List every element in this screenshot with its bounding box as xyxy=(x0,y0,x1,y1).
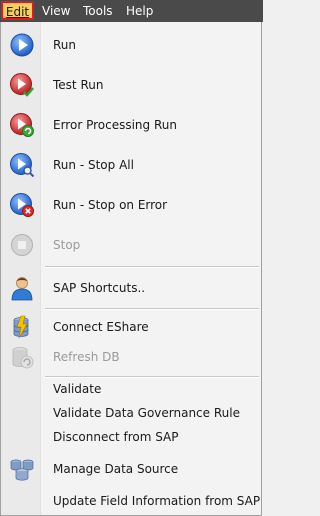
menu-item-refresh-db[interactable]: Refresh DB xyxy=(1,342,261,372)
menu-view[interactable]: View xyxy=(42,0,70,22)
menu-item-run-stop-all-label: Run - Stop All xyxy=(53,158,134,172)
run-stop-on-error-icon xyxy=(10,193,34,217)
menu-item-update-field-info-label: Update Field Information from SAP xyxy=(53,494,261,508)
error-processing-run-icon xyxy=(10,113,34,137)
edit-dropdown-menu: Run Test Run Error Processing Run Run - … xyxy=(0,22,262,516)
menu-item-test-run-label: Test Run xyxy=(53,78,104,92)
menu-item-run[interactable]: Run xyxy=(1,30,261,60)
menu-separator xyxy=(45,308,259,310)
menu-item-test-run[interactable]: Test Run xyxy=(1,70,261,100)
menu-item-manage-data-source-label: Manage Data Source xyxy=(53,462,179,476)
menu-item-run-stop-on-error[interactable]: Run - Stop on Error xyxy=(1,190,261,220)
menu-item-error-processing-run-label: Error Processing Run xyxy=(53,118,177,132)
menu-item-sap-shortcuts-label: SAP Shortcuts.. xyxy=(53,281,146,295)
user-icon xyxy=(11,277,33,301)
run-stop-all-icon xyxy=(10,153,35,178)
menu-item-connect-eshare[interactable]: Connect EShare xyxy=(1,312,261,342)
menu-separator xyxy=(45,266,259,268)
run-icon xyxy=(10,33,34,57)
menu-item-sap-shortcuts[interactable]: SAP Shortcuts.. xyxy=(1,273,261,303)
menu-item-stop-label: Stop xyxy=(53,238,81,252)
menu-bar: Edit View Tools Help xyxy=(0,0,263,22)
menu-edit[interactable]: Edit xyxy=(1,1,34,20)
refresh-database-icon xyxy=(12,347,34,369)
menu-item-run-stop-all[interactable]: Run - Stop All xyxy=(1,150,261,180)
menu-item-connect-eshare-label: Connect EShare xyxy=(53,320,149,334)
menu-view-label: View xyxy=(42,4,71,18)
menu-item-stop[interactable]: Stop xyxy=(1,230,261,260)
test-run-icon xyxy=(10,73,34,97)
menu-item-update-field-info[interactable]: Update Field Information from SAP xyxy=(1,486,261,516)
connect-database-icon xyxy=(13,315,29,339)
data-source-icon xyxy=(10,459,34,481)
menu-tools-label: Tools xyxy=(83,4,113,18)
menu-item-manage-data-source[interactable]: Manage Data Source xyxy=(1,454,261,484)
menu-item-disconnect-sap[interactable]: Disconnect from SAP xyxy=(1,422,261,452)
stop-icon xyxy=(11,234,33,256)
menu-item-run-stop-on-error-label: Run - Stop on Error xyxy=(53,198,168,212)
menu-edit-label: Edit xyxy=(5,5,30,19)
menu-item-refresh-db-label: Refresh DB xyxy=(53,350,120,364)
menu-item-run-label: Run xyxy=(53,38,77,52)
menu-item-error-processing-run[interactable]: Error Processing Run xyxy=(1,110,261,140)
menu-tools[interactable]: Tools xyxy=(83,0,113,22)
menu-help-label: Help xyxy=(126,4,154,18)
menu-help[interactable]: Help xyxy=(126,0,153,22)
menu-item-disconnect-sap-label: Disconnect from SAP xyxy=(53,430,179,444)
